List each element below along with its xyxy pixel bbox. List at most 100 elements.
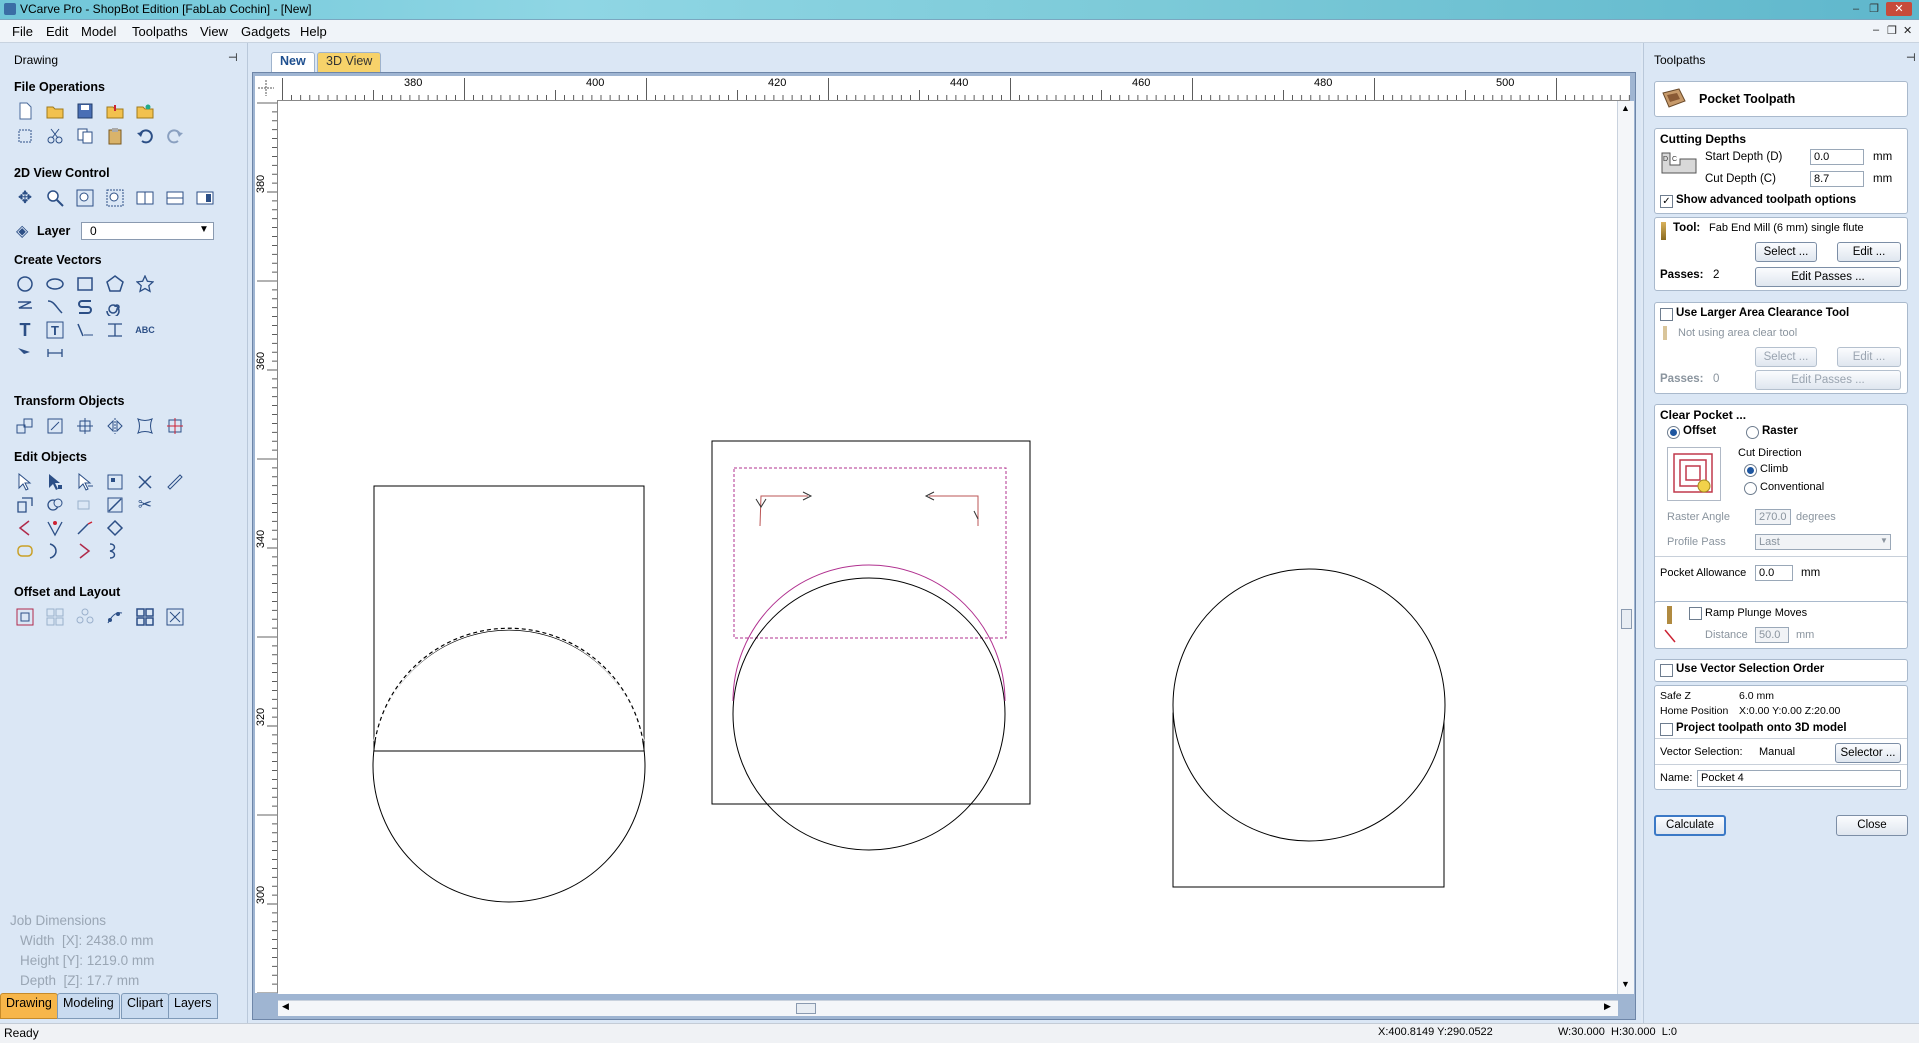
layer-select[interactable]: 0 ▼ xyxy=(81,222,214,240)
cut-depth-input[interactable]: 8.7 xyxy=(1810,171,1864,187)
circular-array-icon[interactable] xyxy=(74,606,96,628)
raster-angle-input[interactable]: 270.0 xyxy=(1755,509,1791,525)
minimize-icon[interactable]: – xyxy=(1848,2,1864,16)
bezier-icon[interactable] xyxy=(104,540,126,562)
pin-icon[interactable]: ⊣ xyxy=(1906,51,1916,64)
ruler-corner-icon[interactable] xyxy=(255,76,277,100)
menu-view[interactable]: View xyxy=(200,24,228,39)
text-arc-icon[interactable] xyxy=(74,319,96,341)
mdi-restore-icon[interactable]: ❐ xyxy=(1887,24,1897,37)
ungroup-icon[interactable] xyxy=(104,494,126,516)
measure-icon[interactable] xyxy=(44,342,66,364)
text-spell-icon[interactable]: ABC xyxy=(134,319,156,341)
copy-along-vector-icon[interactable] xyxy=(104,606,126,628)
draw-star-icon[interactable] xyxy=(134,273,156,295)
edit-passes-button[interactable]: Edit Passes ... xyxy=(1755,267,1901,287)
vector-square-1[interactable] xyxy=(373,485,645,752)
rotate-icon[interactable] xyxy=(74,415,96,437)
text-icon[interactable]: T xyxy=(14,319,36,341)
offset-radio[interactable] xyxy=(1667,426,1680,439)
chamfer-icon[interactable] xyxy=(44,517,66,539)
draw-ellipse-icon[interactable] xyxy=(44,273,66,295)
group-icon[interactable] xyxy=(74,494,96,516)
menu-model[interactable]: Model xyxy=(81,24,116,39)
copy-icon[interactable] xyxy=(74,125,96,147)
auto-layout-icon[interactable] xyxy=(164,606,186,628)
raster-radio[interactable] xyxy=(1746,426,1759,439)
close-window-icon[interactable]: ✕ xyxy=(1886,2,1912,16)
node-edit-icon[interactable] xyxy=(44,471,66,493)
view-3d-icon[interactable] xyxy=(194,187,216,209)
close-vector-icon[interactable] xyxy=(14,540,36,562)
close-button[interactable]: Close xyxy=(1836,815,1908,836)
drawing-canvas[interactable] xyxy=(278,101,1622,994)
draw-rectangle-icon[interactable] xyxy=(74,273,96,295)
dimension-icon[interactable] xyxy=(104,319,126,341)
extend-icon[interactable] xyxy=(74,517,96,539)
start-depth-input[interactable]: 0.0 xyxy=(1810,149,1864,165)
zoom-extents-icon[interactable] xyxy=(74,187,96,209)
area-edit-passes-button[interactable]: Edit Passes ... xyxy=(1755,370,1901,390)
move-icon[interactable] xyxy=(14,415,36,437)
vertical-scrollbar[interactable]: ▲ ▼ xyxy=(1617,101,1634,994)
pin-icon[interactable]: ⊣ xyxy=(228,51,238,64)
zoom-selection-icon[interactable] xyxy=(104,187,126,209)
conventional-radio[interactable] xyxy=(1744,482,1757,495)
align-icon[interactable] xyxy=(164,415,186,437)
vertical-scroll-thumb[interactable] xyxy=(1621,609,1632,629)
view-split-icon[interactable] xyxy=(164,187,186,209)
zoom-icon[interactable] xyxy=(44,187,66,209)
tab-3d-view[interactable]: 3D View xyxy=(317,52,382,73)
pan-icon[interactable]: ✥ xyxy=(14,187,36,209)
subtract-icon[interactable] xyxy=(44,494,66,516)
menu-edit[interactable]: Edit xyxy=(46,24,68,39)
fillet-icon[interactable] xyxy=(14,517,36,539)
pocket-allowance-input[interactable]: 0.0 xyxy=(1755,565,1793,581)
scroll-down-icon[interactable]: ▼ xyxy=(1621,979,1630,989)
array-copy-icon[interactable] xyxy=(44,606,66,628)
menu-file[interactable]: File xyxy=(12,24,33,39)
maximize-icon[interactable]: ❐ xyxy=(1866,2,1882,16)
scroll-up-icon[interactable]: ▲ xyxy=(1621,103,1630,113)
distort-icon[interactable] xyxy=(134,415,156,437)
tab-new[interactable]: New xyxy=(271,52,315,73)
weld-icon[interactable] xyxy=(14,494,36,516)
scale-icon[interactable] xyxy=(44,415,66,437)
nesting-icon[interactable] xyxy=(134,606,156,628)
profile-pass-select[interactable]: Last ▼ xyxy=(1755,534,1891,550)
new-file-icon[interactable] xyxy=(14,100,36,122)
advanced-options-checkbox[interactable]: ✓ xyxy=(1660,195,1673,208)
mdi-minimize-icon[interactable]: – xyxy=(1873,24,1879,36)
menu-gadgets[interactable]: Gadgets xyxy=(241,24,290,39)
job-setup-icon[interactable] xyxy=(14,125,36,147)
menu-help[interactable]: Help xyxy=(300,24,327,39)
vector-circle-1[interactable] xyxy=(372,629,646,903)
open-file-icon[interactable] xyxy=(44,100,66,122)
draw-arc-icon[interactable] xyxy=(44,296,66,318)
vector-order-checkbox[interactable] xyxy=(1660,664,1673,677)
mdi-close-icon[interactable]: ✕ xyxy=(1903,24,1912,37)
scroll-left-icon[interactable]: ◀ xyxy=(282,1001,289,1012)
offset-icon[interactable] xyxy=(14,606,36,628)
vector-circle-3[interactable] xyxy=(1172,568,1446,842)
scissors-icon[interactable]: ✂ xyxy=(134,494,156,516)
toolpath-name-input[interactable]: Pocket 4 xyxy=(1697,770,1901,787)
menu-toolpaths[interactable]: Toolpaths xyxy=(132,24,188,39)
select-area-tool-button[interactable]: Select ... xyxy=(1755,347,1817,367)
vector-circle-2[interactable] xyxy=(732,577,1006,851)
interactive-select-icon[interactable] xyxy=(74,471,96,493)
project-toolpath-checkbox[interactable] xyxy=(1660,723,1673,736)
select-tool-button[interactable]: Select ... xyxy=(1755,242,1817,262)
smooth-icon[interactable] xyxy=(74,540,96,562)
undo-icon[interactable] xyxy=(134,125,156,147)
calculate-button[interactable]: Calculate xyxy=(1654,815,1726,836)
area-clearance-checkbox[interactable] xyxy=(1660,308,1673,321)
tab-clipart[interactable]: Clipart xyxy=(121,993,170,1019)
tab-layers[interactable]: Layers xyxy=(168,993,218,1019)
smart-select-icon[interactable] xyxy=(164,471,186,493)
draw-circle-icon[interactable] xyxy=(14,273,36,295)
selection-tools-icon[interactable] xyxy=(104,471,126,493)
edit-area-tool-button[interactable]: Edit ... xyxy=(1837,347,1901,367)
edit-tool-button[interactable]: Edit ... xyxy=(1837,242,1901,262)
climb-radio[interactable] xyxy=(1744,464,1757,477)
